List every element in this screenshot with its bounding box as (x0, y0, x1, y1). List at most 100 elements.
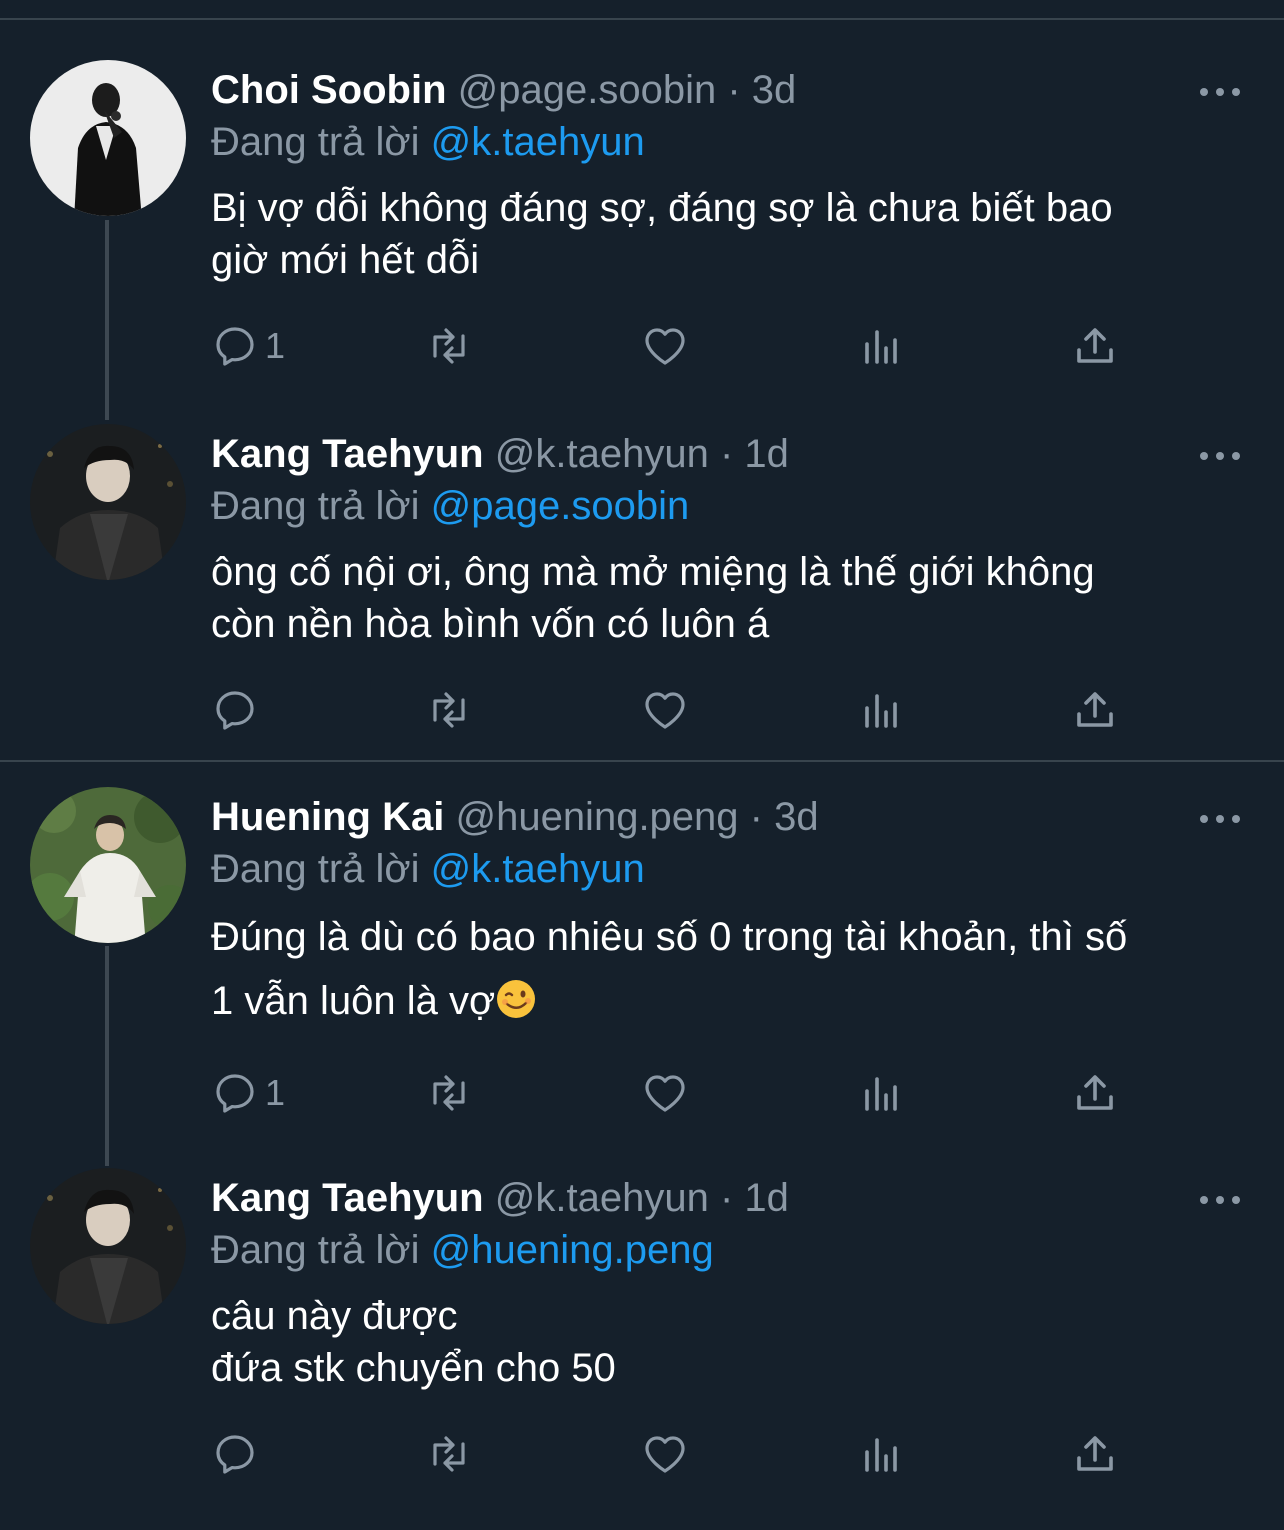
share-button[interactable] (1071, 682, 1119, 738)
tweet-text: câu này được đứa stk chuyển cho 50 (211, 1290, 1251, 1394)
replying-label: Đang trả lời (211, 1228, 420, 1272)
separator: · (727, 68, 741, 112)
action-bar (211, 1426, 1171, 1482)
retweet-icon (433, 692, 465, 728)
retweet-button[interactable] (425, 318, 473, 374)
more-icon[interactable] (1196, 809, 1244, 829)
tweet-text: ông cố nội ơi, ông mà mở miệng là thế gi… (211, 546, 1251, 650)
action-bar (211, 682, 1171, 738)
tweet-text-line: Đúng là dù có bao nhiêu số 0 trong tài k… (211, 915, 1128, 959)
reply-icon (216, 327, 254, 366)
action-bar: 1 (211, 1065, 1171, 1121)
like-button[interactable] (641, 318, 689, 374)
retweet-button[interactable] (425, 1065, 473, 1121)
replying-to-link[interactable]: @page.soobin (431, 484, 690, 528)
tweet-header: Kang Taehyun @k.taehyun · 1d (211, 1174, 789, 1222)
like-button[interactable] (641, 1426, 689, 1482)
tweet-text-line: đứa stk chuyển cho 50 (211, 1346, 616, 1390)
tweet-header: Huening Kai @huening.peng · 3d (211, 793, 819, 841)
like-icon (645, 1075, 685, 1112)
tweet-text-line-with-emoji: 1 vẫn luôn là vợ (211, 969, 1251, 1033)
tweet-text-line: giờ mới hết dỗi (211, 238, 480, 282)
tweet-header: Choi Soobin @page.soobin · 3d (211, 66, 796, 114)
timestamp[interactable]: 3d (752, 68, 797, 112)
like-icon (645, 328, 685, 365)
timestamp[interactable]: 3d (774, 795, 819, 839)
replying-to: Đang trả lời @k.taehyun (211, 845, 645, 893)
display-name[interactable]: Kang Taehyun (211, 432, 484, 476)
like-icon (645, 692, 685, 729)
reply-button[interactable] (211, 682, 265, 738)
views-icon (865, 1438, 897, 1472)
views-icon (865, 1077, 897, 1111)
retweet-button[interactable] (425, 682, 473, 738)
tweet-text-line: câu này được (211, 1294, 458, 1338)
tweet-text-line: ông cố nội ơi, ông mà mở miệng là thế gi… (211, 550, 1095, 594)
like-button[interactable] (641, 682, 689, 738)
tweet-text-line: Bị vợ dỗi không đáng sợ, đáng sợ là chưa… (211, 186, 1113, 230)
replying-to-link[interactable]: @k.taehyun (431, 847, 645, 891)
more-icon[interactable] (1196, 1190, 1244, 1210)
views-icon (865, 694, 897, 728)
views-button[interactable] (857, 1426, 905, 1482)
top-divider (0, 18, 1284, 20)
share-button[interactable] (1071, 1065, 1119, 1121)
reply-button[interactable]: 1 (211, 1065, 285, 1121)
replying-label: Đang trả lời (211, 120, 420, 164)
replying-to: Đang trả lời @huening.peng (211, 1226, 714, 1274)
share-button[interactable] (1071, 1426, 1119, 1482)
retweet-button[interactable] (425, 1426, 473, 1482)
reply-count: 1 (265, 1072, 286, 1113)
like-icon (645, 1436, 685, 1473)
separator: · (719, 432, 734, 476)
share-icon (1077, 1436, 1113, 1471)
tweet-header: Kang Taehyun @k.taehyun · 1d (211, 430, 789, 478)
share-button[interactable] (1071, 318, 1119, 374)
share-icon (1077, 1075, 1113, 1110)
display-name[interactable]: Kang Taehyun (211, 1176, 484, 1220)
views-button[interactable] (857, 1065, 905, 1121)
views-button[interactable] (857, 318, 905, 374)
reply-icon (216, 691, 254, 730)
reply-button[interactable] (211, 1426, 265, 1482)
reply-tweet[interactable]: Kang Taehyun @k.taehyun · 1d Đang trả lờ… (0, 1168, 1284, 1530)
reply-tweet[interactable]: Huening Kai @huening.peng · 3d Đang trả … (0, 787, 1284, 1149)
reply-icon (216, 1435, 254, 1474)
share-icon (1077, 328, 1113, 363)
avatar[interactable] (30, 60, 186, 216)
display-name[interactable]: Choi Soobin (211, 68, 447, 112)
handle[interactable]: @k.taehyun (495, 432, 709, 476)
action-bar: 1 (211, 318, 1171, 374)
reply-tweet[interactable]: Choi Soobin @page.soobin · 3d Đang trả l… (0, 60, 1284, 422)
avatar[interactable] (30, 787, 186, 943)
reply-tweet[interactable]: Kang Taehyun @k.taehyun · 1d Đang trả lờ… (0, 424, 1284, 786)
replying-label: Đang trả lời (211, 847, 420, 891)
replying-label: Đang trả lời (211, 484, 420, 528)
more-icon[interactable] (1196, 82, 1244, 102)
replying-to: Đang trả lời @page.soobin (211, 482, 689, 530)
reply-button[interactable]: 1 (211, 318, 285, 374)
share-icon (1077, 692, 1113, 727)
avatar[interactable] (30, 424, 186, 580)
handle[interactable]: @k.taehyun (495, 1176, 709, 1220)
separator: · (719, 1176, 734, 1220)
reply-count: 1 (265, 325, 286, 366)
handle[interactable]: @huening.peng (455, 795, 738, 839)
replying-to-link[interactable]: @k.taehyun (431, 120, 645, 164)
tweet-text: Đúng là dù có bao nhiêu số 0 trong tài k… (211, 905, 1251, 1033)
retweet-icon (433, 328, 465, 364)
like-button[interactable] (641, 1065, 689, 1121)
winking-face-emoji-icon (497, 980, 536, 1018)
retweet-icon (433, 1436, 465, 1472)
more-icon[interactable] (1196, 446, 1244, 466)
tweet-text-line: còn nền hòa bình vốn có luôn á (211, 602, 770, 646)
views-button[interactable] (857, 682, 905, 738)
handle[interactable]: @page.soobin (458, 68, 717, 112)
avatar[interactable] (30, 1168, 186, 1324)
replying-to-link[interactable]: @huening.peng (431, 1228, 714, 1272)
retweet-icon (433, 1075, 465, 1111)
timestamp[interactable]: 1d (744, 432, 789, 476)
timestamp[interactable]: 1d (744, 1176, 789, 1220)
display-name[interactable]: Huening Kai (211, 795, 444, 839)
reply-icon (216, 1074, 254, 1113)
